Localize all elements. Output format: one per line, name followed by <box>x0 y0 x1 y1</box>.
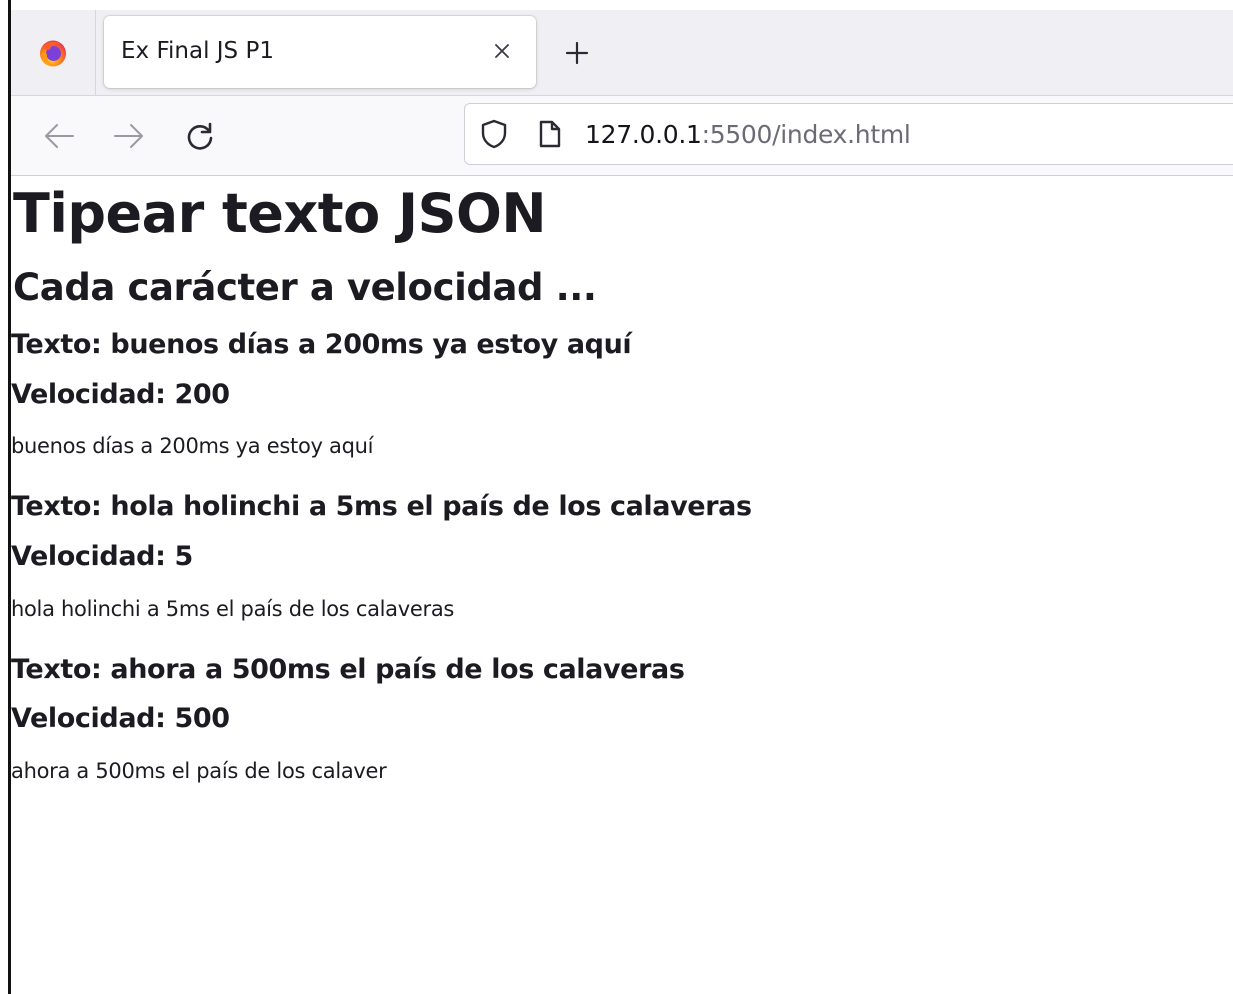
browser-window: Ex Final JS P1 127.0.0.1:5500/index.html… <box>11 0 1233 994</box>
url-path: :5500/index.html <box>701 120 911 149</box>
entry-texto-2: Texto: hola holinchi a 5ms el país de lo… <box>11 491 752 522</box>
entry-texto-3: Texto: ahora a 500ms el país de los cala… <box>11 654 685 685</box>
arrow-left-icon <box>45 124 74 148</box>
site-info-button[interactable] <box>534 118 566 150</box>
entry-output-1: buenos días a 200ms ya estoy aquí <box>11 434 374 458</box>
entry-velocidad-2: Velocidad: 5 <box>11 541 193 572</box>
plus-icon <box>565 41 589 65</box>
entry-output-2: hola holinchi a 5ms el país de los calav… <box>11 597 455 621</box>
page-title: Tipear texto JSON <box>13 182 547 245</box>
entry-output-3: ahora a 500ms el país de los calaver <box>11 759 387 783</box>
shield-icon <box>481 119 507 149</box>
url-text[interactable]: 127.0.0.1:5500/index.html <box>585 120 911 149</box>
page-subtitle: Cada carácter a velocidad ... <box>13 266 597 309</box>
back-button[interactable] <box>39 116 79 156</box>
tab-bar: Ex Final JS P1 <box>11 0 1233 96</box>
tracking-protection-button[interactable] <box>478 118 510 150</box>
entry-velocidad-1: Velocidad: 200 <box>11 379 230 410</box>
new-tab-button[interactable] <box>560 36 594 70</box>
tab-active[interactable]: Ex Final JS P1 <box>104 16 536 88</box>
firefox-icon <box>40 40 66 67</box>
url-host: 127.0.0.1 <box>585 120 702 149</box>
tab-close-button[interactable] <box>487 36 517 66</box>
window-left-edge <box>0 0 11 994</box>
firefox-view-button[interactable] <box>11 10 96 96</box>
address-bar[interactable]: 127.0.0.1:5500/index.html <box>464 103 1233 165</box>
forward-button[interactable] <box>109 116 149 156</box>
navigation-toolbar: 127.0.0.1:5500/index.html <box>11 96 1233 176</box>
reload-button[interactable] <box>180 116 220 156</box>
arrow-right-icon <box>114 124 143 148</box>
page-content: Tipear texto JSON Cada carácter a veloci… <box>11 176 1233 994</box>
page-icon <box>539 120 561 148</box>
entry-velocidad-3: Velocidad: 500 <box>11 703 230 734</box>
tab-title: Ex Final JS P1 <box>121 38 274 64</box>
entry-texto-1: Texto: buenos días a 200ms ya estoy aquí <box>11 329 632 360</box>
close-icon <box>495 44 509 58</box>
tab-bar-top-strip <box>11 0 1233 10</box>
reload-icon <box>187 122 213 150</box>
